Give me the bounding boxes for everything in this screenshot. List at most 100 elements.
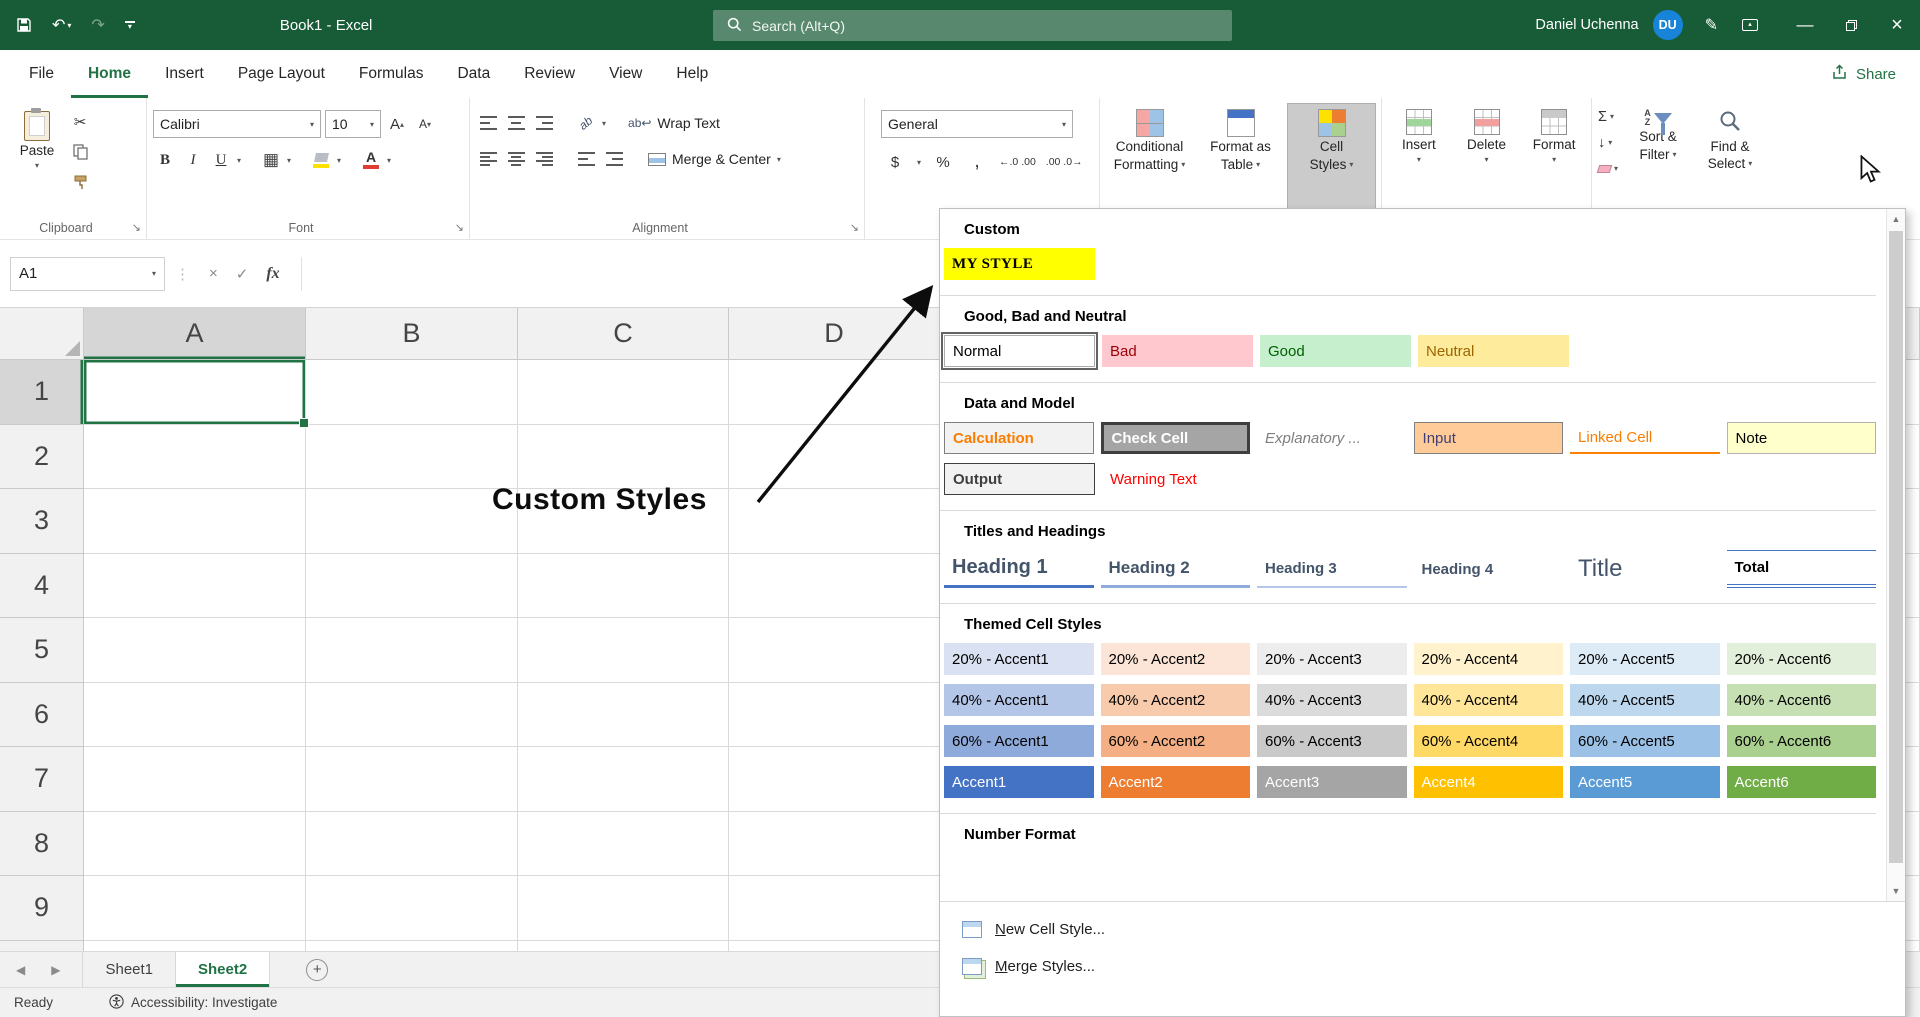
cell-d3[interactable] [729, 489, 940, 554]
top-align-icon[interactable] [476, 111, 500, 135]
style-20-accent1[interactable]: 20% - Accent1 [944, 643, 1094, 675]
style-accent1[interactable]: Accent1 [944, 766, 1094, 798]
close-button[interactable]: × [1874, 0, 1920, 50]
save-icon[interactable] [16, 17, 32, 33]
style-bad[interactable]: Bad [1102, 335, 1253, 367]
undo-button[interactable]: ↶▾ [52, 15, 71, 35]
cell-b6[interactable] [306, 683, 518, 748]
tab-home[interactable]: Home [71, 50, 148, 98]
user-name[interactable]: Daniel Uchenna [1535, 17, 1638, 33]
style-calculation[interactable]: Calculation [944, 422, 1094, 454]
style-20-accent2[interactable]: 20% - Accent2 [1101, 643, 1251, 675]
name-box[interactable]: A1 ▾ [10, 257, 165, 291]
cell-b7[interactable] [306, 747, 518, 812]
style-40-accent3[interactable]: 40% - Accent3 [1257, 684, 1407, 716]
style-output[interactable]: Output [944, 463, 1095, 495]
column-header-c[interactable]: C [518, 308, 729, 360]
format-painter-button[interactable] [68, 170, 92, 194]
cell-b3[interactable] [306, 489, 518, 554]
cell-c4[interactable] [518, 554, 729, 619]
wrap-text-button[interactable]: ab↩ Wrap Text [624, 110, 724, 136]
row-header-8[interactable]: 8 [0, 812, 84, 877]
sheet-tab-sheet2[interactable]: Sheet2 [176, 952, 270, 987]
style-accent4[interactable]: Accent4 [1414, 766, 1564, 798]
align-right-icon[interactable] [532, 147, 556, 171]
style-heading-2[interactable]: Heading 2 [1101, 550, 1251, 588]
style-accent3[interactable]: Accent3 [1257, 766, 1407, 798]
font-name-select[interactable]: Calibri▾ [153, 110, 321, 138]
column-header-d[interactable]: D [729, 308, 940, 360]
row-header-2[interactable]: 2 [0, 425, 84, 490]
scroll-up-icon[interactable]: ▲ [1887, 209, 1905, 229]
style-40-accent6[interactable]: 40% - Accent6 [1727, 684, 1877, 716]
cell-bx[interactable] [306, 941, 518, 952]
accessibility-status[interactable]: Accessibility: Investigate [109, 994, 277, 1012]
cell-d2[interactable] [729, 425, 940, 490]
style-20-accent5[interactable]: 20% - Accent5 [1570, 643, 1720, 675]
borders-dropdown-icon[interactable]: ▾ [287, 156, 291, 165]
cell-c5[interactable] [518, 618, 729, 683]
minimize-button[interactable]: — [1782, 0, 1828, 50]
font-color-button[interactable]: A [359, 148, 383, 172]
cell-c6[interactable] [518, 683, 729, 748]
menu-scrollbar[interactable]: ▲ ▼ [1886, 209, 1905, 901]
fill-color-dropdown-icon[interactable]: ▾ [337, 156, 341, 165]
new-cell-style-command[interactable]: New Cell Style... [940, 911, 1905, 948]
fill-color-button[interactable] [309, 148, 333, 172]
ink-pen-icon[interactable]: ✎ [1705, 15, 1718, 35]
scroll-down-icon[interactable]: ▼ [1887, 881, 1905, 901]
cell-a3[interactable] [84, 489, 306, 554]
autosum-button[interactable]: Σ▾ [1598, 106, 1618, 127]
style-check-cell[interactable]: Check Cell [1101, 422, 1251, 454]
style-good[interactable]: Good [1260, 335, 1411, 367]
column-header-a[interactable]: A [84, 308, 306, 360]
paste-button[interactable]: Paste ▾ [6, 106, 68, 215]
increase-font-size-button[interactable]: A▴ [385, 112, 409, 136]
underline-button[interactable]: U [209, 148, 233, 172]
cut-button[interactable]: ✂ [68, 110, 92, 134]
cell-d9[interactable] [729, 876, 940, 941]
style-40-accent2[interactable]: 40% - Accent2 [1101, 684, 1251, 716]
style-40-accent4[interactable]: 40% - Accent4 [1414, 684, 1564, 716]
style-normal[interactable]: Normal [944, 335, 1095, 367]
cell-b9[interactable] [306, 876, 518, 941]
row-header-4[interactable]: 4 [0, 554, 84, 619]
style-heading-3[interactable]: Heading 3 [1257, 550, 1407, 588]
increase-decimal-button[interactable]: ←.0 .00 [999, 150, 1036, 174]
ribbon-display-options-icon[interactable]: ▴ [1742, 19, 1758, 31]
cell-cx[interactable] [518, 941, 729, 952]
style-60-accent1[interactable]: 60% - Accent1 [944, 725, 1094, 757]
search-box[interactable]: Search (Alt+Q) [713, 10, 1232, 41]
select-all-corner[interactable] [0, 308, 84, 360]
cell-d1[interactable] [729, 360, 940, 425]
row-header-3[interactable]: 3 [0, 489, 84, 554]
style-heading-4[interactable]: Heading 4 [1414, 550, 1564, 588]
cell-a6[interactable] [84, 683, 306, 748]
cell-a1[interactable] [84, 360, 306, 425]
cell-b4[interactable] [306, 554, 518, 619]
increase-indent-icon[interactable] [602, 147, 626, 171]
cell-d7[interactable] [729, 747, 940, 812]
cell-c9[interactable] [518, 876, 729, 941]
tab-file[interactable]: File [12, 50, 71, 98]
font-size-select[interactable]: 10▾ [325, 110, 381, 138]
tab-review[interactable]: Review [507, 50, 592, 98]
decrease-decimal-button[interactable]: .00 .0→ [1046, 150, 1083, 174]
style-explanatory[interactable]: Explanatory ... [1257, 422, 1406, 454]
row-header-overflow[interactable] [0, 941, 84, 952]
clear-button[interactable]: ▾ [1598, 158, 1618, 179]
style-total[interactable]: Total [1727, 550, 1877, 588]
comma-style-button[interactable]: , [965, 150, 989, 174]
orientation-button[interactable]: ab [574, 111, 598, 135]
scroll-thumb[interactable] [1889, 231, 1903, 863]
bottom-align-icon[interactable] [532, 111, 556, 135]
cell-b1[interactable] [306, 360, 518, 425]
delete-cells-button[interactable]: Delete ▾ [1456, 104, 1518, 215]
cell-a2[interactable] [84, 425, 306, 490]
tab-page-layout[interactable]: Page Layout [221, 50, 342, 98]
tab-formulas[interactable]: Formulas [342, 50, 441, 98]
cell-a9[interactable] [84, 876, 306, 941]
restore-button[interactable] [1828, 0, 1874, 50]
style-note[interactable]: Note [1727, 422, 1877, 454]
cell-dx[interactable] [729, 941, 940, 952]
